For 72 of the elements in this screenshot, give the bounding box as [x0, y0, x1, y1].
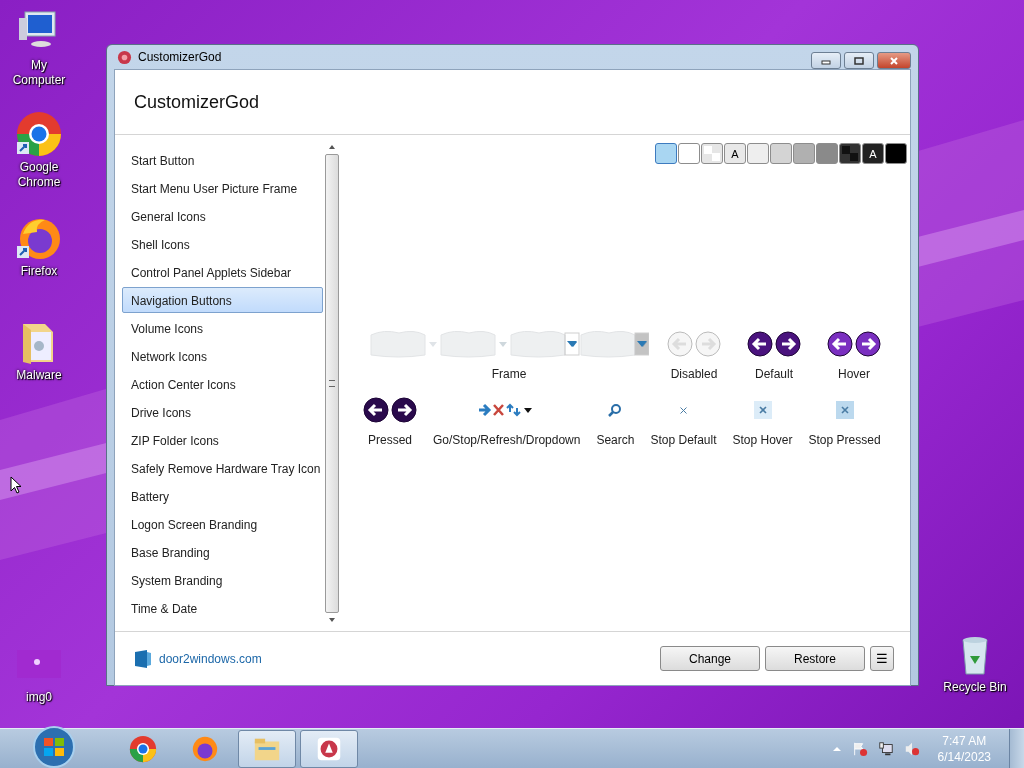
maximize-icon	[853, 56, 865, 65]
preview-label: Default	[755, 367, 793, 381]
sidebar-item[interactable]: Drive Icons	[122, 399, 323, 425]
preview-label: Pressed	[368, 433, 412, 447]
color-swatch[interactable]	[770, 143, 792, 164]
color-swatch[interactable]	[678, 143, 700, 164]
color-swatch[interactable]	[885, 143, 907, 164]
speaker-icon[interactable]	[903, 741, 920, 757]
taskbar-button[interactable]	[300, 730, 358, 768]
desktop-icon-label[interactable]: Google Chrome	[4, 160, 74, 190]
sidebar-item[interactable]: Start Menu User Picture Frame	[122, 175, 323, 201]
chrome-icon[interactable]	[15, 110, 63, 158]
maximize-button[interactable]	[844, 52, 874, 69]
preview-label: Stop Default	[650, 433, 717, 447]
sidebar-item[interactable]: Control Panel Applets Sidebar	[122, 259, 323, 285]
time-text: 7:47 AM	[942, 733, 987, 749]
sidebar-item[interactable]: Safely Remove Hardware Tray Icon	[122, 455, 323, 481]
color-swatch[interactable]	[747, 143, 769, 164]
close-button[interactable]	[877, 52, 911, 69]
show-desktop-button[interactable]	[1009, 729, 1024, 768]
sidebar-item[interactable]: System Branding	[122, 567, 323, 593]
footer-button[interactable]: Change	[660, 646, 760, 671]
app-heading: CustomizerGod	[134, 91, 260, 113]
preview-label: Stop Hover	[732, 433, 793, 447]
color-swatch[interactable]: A	[862, 143, 884, 164]
firefox-icon	[190, 734, 220, 764]
sidebar-item[interactable]: Navigation Buttons	[122, 287, 323, 313]
desktop-icon-label[interactable]: Malware	[4, 368, 74, 383]
preview-label: Go/Stop/Refresh/Dropdown	[433, 433, 581, 447]
sidebar-item[interactable]: Start Button	[122, 147, 323, 173]
preview-label: Disabled	[670, 367, 718, 381]
color-swatch[interactable]	[816, 143, 838, 164]
scroll-down-icon[interactable]	[328, 617, 336, 623]
show-hidden-icons-icon[interactable]	[831, 745, 842, 753]
color-swatch[interactable]: A	[724, 143, 746, 164]
desktop-icon-label[interactable]: img0	[4, 690, 74, 705]
network-icon[interactable]	[877, 741, 894, 757]
color-swatch[interactable]	[701, 143, 723, 164]
sidebar-item[interactable]: Network Icons	[122, 343, 323, 369]
color-swatch[interactable]	[793, 143, 815, 164]
preview-label: Hover	[838, 367, 870, 381]
chrome-icon	[128, 734, 158, 764]
desktop-icon-label[interactable]: Firefox	[4, 264, 74, 279]
sidebar-item[interactable]: Action Center Icons	[122, 371, 323, 397]
preview-label: Frame	[491, 367, 527, 381]
taskbar-button[interactable]	[238, 730, 296, 768]
preview-label: Stop Pressed	[808, 433, 881, 447]
color-swatch[interactable]	[839, 143, 861, 164]
desktop-icon-label[interactable]: My Computer	[4, 58, 74, 88]
sidebar-item[interactable]: General Icons	[122, 203, 323, 229]
sidebar-item[interactable]: ZIP Folder Icons	[122, 427, 323, 453]
door-logo-icon	[133, 648, 153, 669]
window-title: CustomizerGod	[138, 50, 223, 64]
close-icon	[888, 56, 900, 65]
sidebar-item[interactable]: Time & Date	[122, 595, 323, 621]
sidebar-item[interactable]: Battery	[122, 483, 323, 509]
color-swatch[interactable]	[655, 143, 677, 164]
sidebar-item[interactable]: Volume Icons	[122, 315, 323, 341]
search-icon	[608, 403, 623, 417]
minimize-button[interactable]	[811, 52, 841, 69]
date-text: 6/14/2023	[937, 749, 991, 765]
sidebar-item[interactable]: Logon Screen Branding	[122, 511, 323, 537]
scroll-up-icon[interactable]	[328, 144, 336, 150]
mouse-cursor-icon	[10, 476, 22, 494]
desktop-icon-label[interactable]: Recycle Bin	[940, 680, 1010, 695]
sidebar-item[interactable]: Shell Icons	[122, 231, 323, 257]
menu-button[interactable]: ☰	[870, 646, 894, 671]
preview-label: Search	[596, 433, 635, 447]
footer-button[interactable]: Restore	[765, 646, 865, 671]
flag-icon[interactable]	[851, 741, 868, 757]
website-link[interactable]: door2windows.com	[159, 651, 262, 666]
sidebar-item[interactable]: Base Branding	[122, 539, 323, 565]
